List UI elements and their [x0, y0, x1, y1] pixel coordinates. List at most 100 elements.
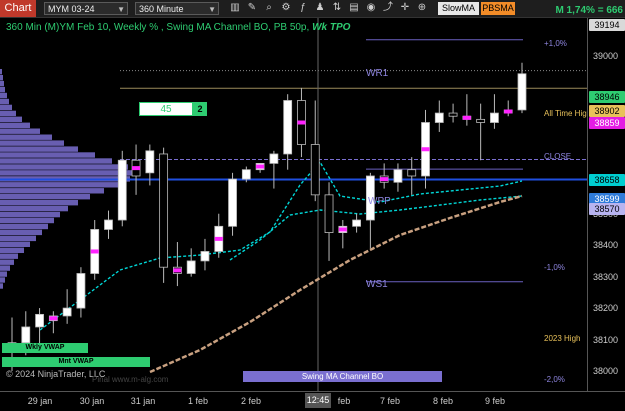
chevron-down-icon: ▼ — [208, 5, 216, 14]
crosshair-icon[interactable]: ✛ — [399, 2, 411, 14]
chart-trader-icon[interactable]: ⇅ — [331, 2, 343, 14]
zoom-icon[interactable]: ⌕ — [263, 2, 275, 14]
volume-profile-bar — [0, 128, 40, 134]
properties-icon[interactable]: ⚙ — [280, 2, 292, 14]
instrument-selector[interactable]: MYM 03-24 ▼ — [44, 2, 128, 15]
volume-profile-bar — [0, 265, 10, 271]
price-marker-tag: 38946 — [589, 91, 625, 103]
tpo-marker — [504, 109, 513, 114]
price-marker-tag: 38859 — [589, 117, 625, 129]
time-tick-label: 7 feb — [379, 396, 401, 406]
copyright-text: © 2024 NinjaTrader, LLC — [6, 369, 106, 379]
volume-profile-bar — [0, 200, 78, 206]
chart-tab[interactable]: Chart — [0, 0, 36, 17]
bar-type-icon[interactable]: ▥ — [229, 2, 241, 14]
bullish-candle — [393, 169, 403, 183]
weekly-percent-stat: M 1,74% = 666 — [555, 5, 623, 16]
price-marker-tag: 38658 — [589, 174, 625, 186]
volume-profile-bar — [0, 217, 54, 224]
tpo-marker — [297, 120, 306, 125]
bullish-candle — [104, 219, 113, 230]
tpo-value-box: 45 — [139, 102, 193, 116]
chart-title-suffix: Wk TPO — [312, 22, 351, 33]
volume-profile-bar — [0, 75, 3, 81]
volume-profile-bar — [0, 247, 24, 253]
indicators-icon[interactable]: ƒ — [297, 2, 309, 14]
bullish-candle — [352, 219, 361, 227]
pbsma-button[interactable]: PBSMA — [481, 2, 515, 15]
volume-profile-bar — [0, 122, 30, 128]
global-crosshair-icon[interactable]: ⊕ — [416, 2, 428, 14]
share-icon[interactable]: ⤴ — [382, 2, 394, 14]
bullish-candle — [283, 100, 293, 155]
volume-profile-bar — [0, 140, 64, 146]
bullish-candle — [117, 159, 127, 221]
time-tick-label: 1 feb — [187, 396, 209, 406]
bearish-candle — [310, 144, 320, 196]
bullish-candle — [35, 313, 44, 328]
drawing-tool-icon[interactable]: ✎ — [246, 2, 258, 14]
volume-profile-bar — [0, 98, 9, 105]
chart-title-text: 360 Min (M)YM Feb 10, Weekly % , Swing M… — [6, 22, 313, 33]
time-tick-label: 8 feb — [432, 396, 454, 406]
tpo-count-box: 2 — [193, 102, 207, 116]
chevron-down-icon: ▼ — [117, 5, 125, 14]
price-tick-label: 38100 — [593, 334, 619, 345]
tpo-marker — [380, 177, 389, 182]
time-tick-label: 9 feb — [484, 396, 506, 406]
volume-profile-bar — [0, 69, 2, 75]
bullish-candle — [228, 178, 237, 227]
time-tick-label: 30 jan — [79, 396, 105, 406]
close-label: CLOSE — [544, 152, 572, 161]
data-box-icon[interactable]: ▤ — [348, 2, 360, 14]
snapshot-icon[interactable]: ◉ — [365, 2, 377, 14]
price-tick-label: 39000 — [593, 51, 619, 62]
time-tick-label: 2 feb — [240, 396, 262, 406]
volume-profile-bar — [0, 241, 30, 247]
chart-toolbar: Chart MYM 03-24 ▼ 360 Minute ▼ ▥ ✎ ⌕ ⚙ ƒ… — [0, 0, 625, 18]
price-tick-label: 38200 — [593, 303, 619, 314]
price-chart-panel[interactable]: 360 Min (M)YM Feb 10, Weekly % , Swing M… — [0, 18, 587, 391]
swing-ma-line — [149, 194, 523, 374]
volume-profile-bar — [0, 146, 78, 152]
bearish-candle — [324, 194, 334, 233]
bearish-candle — [476, 118, 486, 123]
high-2023-label: 2023 High — [544, 334, 581, 343]
bullish-candle — [269, 153, 279, 164]
price-tick-label: 38300 — [593, 271, 619, 282]
volume-profile-bar — [0, 110, 16, 117]
interval-selector[interactable]: 360 Minute ▼ — [135, 2, 219, 15]
bullish-candle — [62, 307, 72, 317]
slowma-button[interactable]: SlowMA — [438, 2, 479, 15]
volume-profile-bar — [0, 80, 4, 87]
bullish-candle — [517, 73, 527, 111]
price-chart-svg — [0, 18, 587, 391]
time-axis[interactable]: 29 jan 30 jan 31 jan 1 feb 2 feb feb 7 feb 8 fe… — [0, 391, 625, 411]
volume-profile-bar — [0, 259, 14, 265]
volume-profile-bar — [0, 205, 68, 212]
volume-profile-bar — [0, 253, 18, 259]
price-tick-label: 38400 — [593, 240, 619, 251]
price-tick-label: 38000 — [593, 366, 619, 376]
pct-plus1-label: +1,0% — [544, 39, 567, 48]
volume-profile-bar — [0, 164, 128, 170]
weekly-vwap-label: Wkly VWAP — [2, 343, 88, 353]
time-tick-label: 31 jan — [130, 396, 156, 406]
swing-ma-channel-label: Swing MA Channel BO — [243, 371, 442, 382]
tpo-marker — [256, 164, 265, 169]
volume-profile-bar — [0, 277, 5, 283]
monthly-vwap-label: Mnt VWAP — [2, 357, 150, 367]
volume-profile-bar — [0, 271, 7, 277]
crosshair-time-label: 12:45 — [305, 393, 331, 408]
pct-minus1-label: -1,0% — [544, 263, 565, 272]
volume-profile-bar — [0, 92, 7, 99]
price-axis[interactable]: 3910039000388003860038500384003830038200… — [587, 18, 625, 391]
instrument-value: MYM 03-24 — [48, 4, 95, 14]
volume-profile-bar — [0, 158, 112, 164]
chart-title: 360 Min (M)YM Feb 10, Weekly % , Swing M… — [6, 22, 350, 33]
bullish-candle — [241, 169, 251, 180]
volume-profile-bar — [0, 86, 5, 93]
strategies-icon[interactable]: ♟ — [314, 2, 326, 14]
volume-profile-bar — [0, 194, 90, 200]
tpo-marker — [173, 268, 182, 273]
